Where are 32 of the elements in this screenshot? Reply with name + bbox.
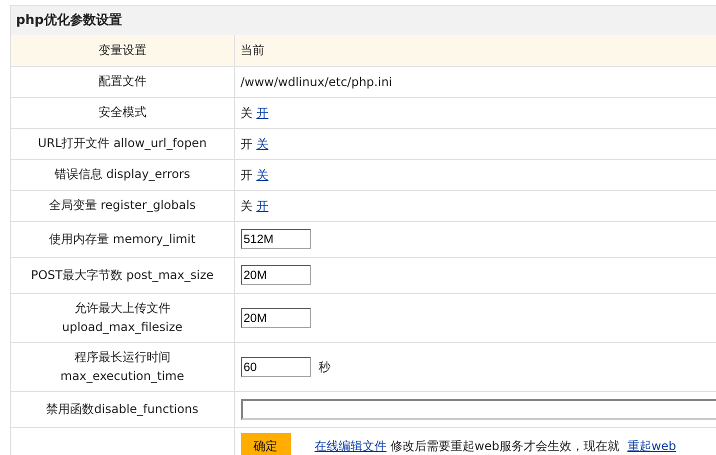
toggle-link[interactable]: 开 [256,106,268,120]
setting-label: 配置文件 [98,74,146,88]
setting-value: 关 [240,106,252,120]
column-header: 当前 [240,43,264,58]
setting-label: 禁用函数disable_functions [46,402,198,416]
toggle-link[interactable]: 关 [256,136,268,150]
section-title: php优化参数设置 [16,12,122,30]
setting-label: 允许最大上传文件 upload_max_filesize [62,300,183,334]
setting-value: 关 [240,198,252,212]
input-field[interactable]: 512M [240,229,310,249]
input-field[interactable]: 20M [240,265,310,285]
setting-label: 安全模式 [98,105,146,119]
setting-label: 使用内存量 memory_limit [49,232,196,246]
restart-note: 修改后需要重起web服务才会生效，现在就 [390,439,620,453]
input-field[interactable]: 20M [240,308,310,328]
input-field[interactable]: 60 [240,356,310,376]
setting-value: 开 [240,136,252,150]
edit-file-link[interactable]: 在线编辑文件 [314,439,386,453]
setting-label: URL打开文件 allow_url_fopen [38,136,207,150]
input-field[interactable] [240,398,716,420]
confirm-button[interactable]: 确定 [240,433,290,455]
column-header: 变量设置 [98,42,146,57]
unit-label: 秒 [318,360,330,374]
setting-label: 程序最长运行时间 max_execution_time [60,350,184,382]
setting-label: POST最大字节数 post_max_size [30,268,214,282]
setting-value: 开 [240,168,252,182]
toggle-link[interactable]: 关 [256,168,268,182]
toggle-link[interactable]: 开 [256,198,268,212]
restart-link[interactable]: 重起web [627,439,676,453]
setting-value: /www/wdlinux/etc/php.ini [240,74,392,88]
setting-label: 错误信息 display_errors [54,167,190,181]
setting-label: 全局变量 register_globals [48,198,196,212]
